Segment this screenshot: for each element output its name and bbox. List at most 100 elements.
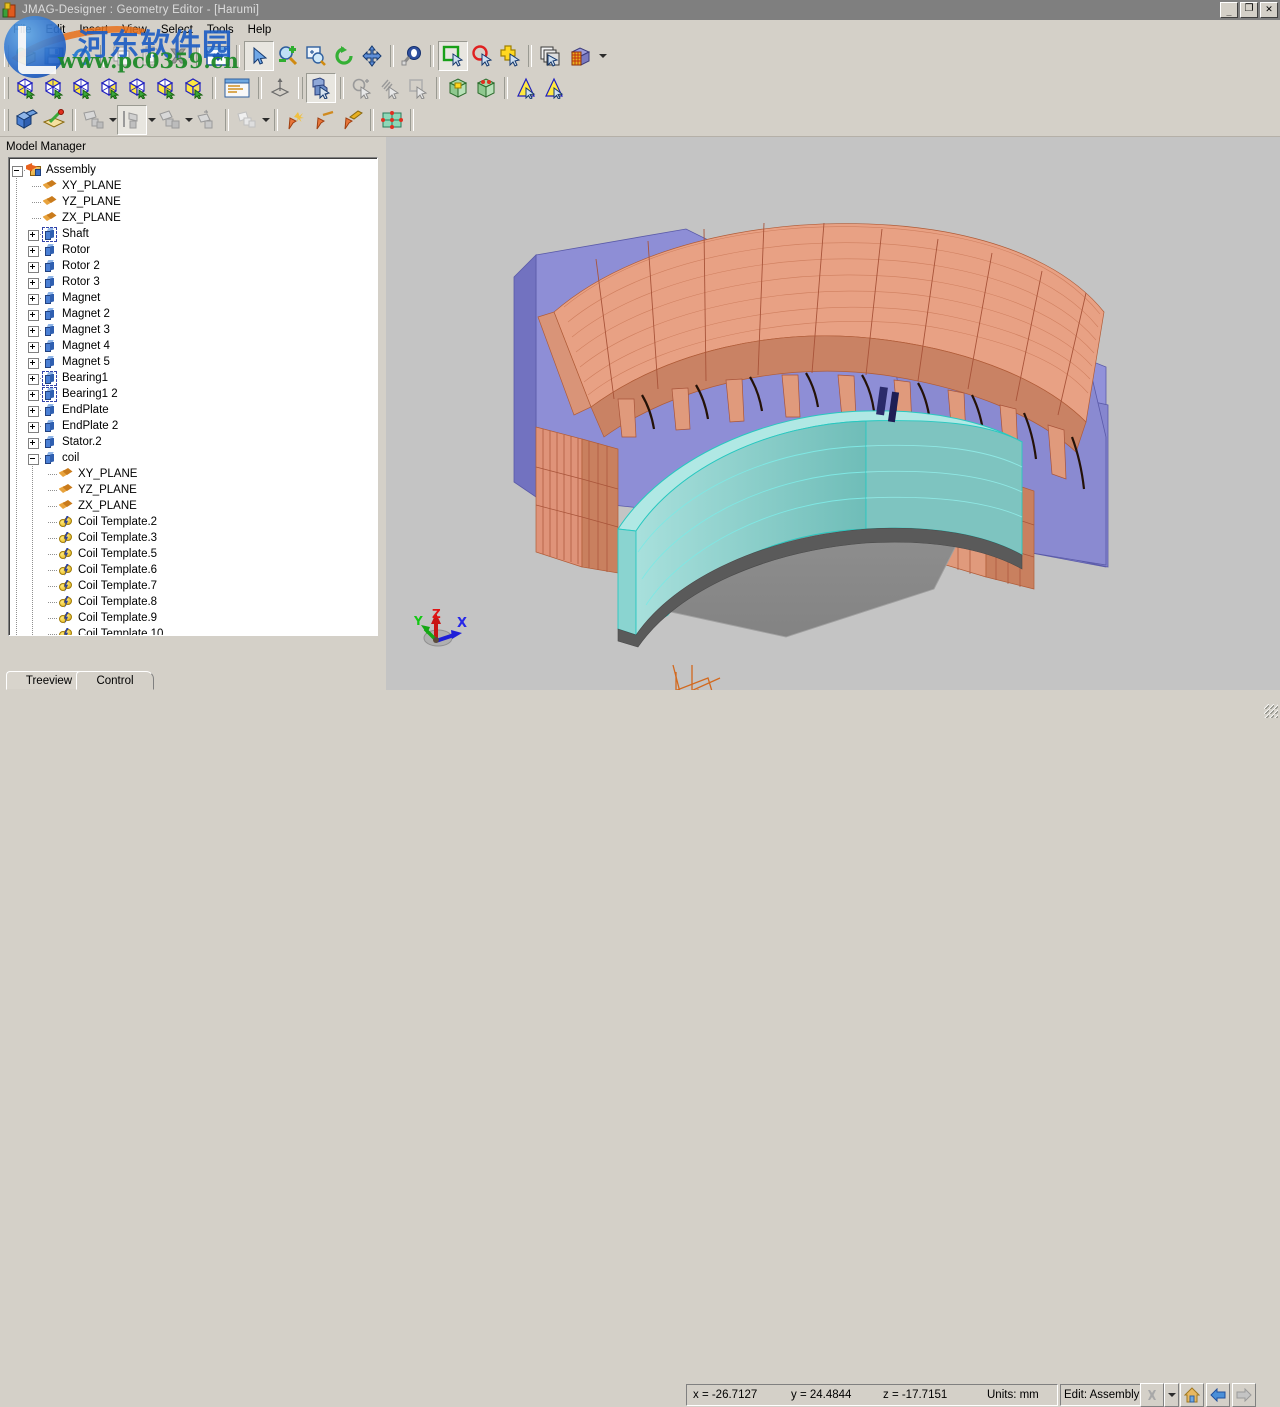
tree-item-yz-plane[interactable]: YZ_PLANE — [9, 482, 377, 498]
tree-expander-icon[interactable] — [25, 338, 41, 354]
tree-item-stator-2[interactable]: Stator.2 — [9, 434, 377, 450]
measure-icon[interactable] — [398, 42, 426, 70]
select-face-icon[interactable] — [438, 41, 468, 71]
tree-expander-icon[interactable] — [25, 402, 41, 418]
line-create-icon[interactable] — [310, 106, 338, 134]
status-back-button[interactable] — [1206, 1383, 1230, 1407]
refresh-icon[interactable] — [68, 42, 96, 70]
rotate-icon[interactable] — [330, 42, 358, 70]
tree-item-coil-template-9[interactable]: Coil Template.9 — [9, 610, 377, 626]
hide-body-icon[interactable] — [472, 74, 500, 102]
status-home-button[interactable] — [1180, 1383, 1204, 1407]
model-tree[interactable]: AssemblyXY_PLANEYZ_PLANEZX_PLANEShaftRot… — [8, 157, 378, 636]
point-create-icon[interactable] — [282, 106, 310, 134]
tree-item-xy-plane[interactable]: XY_PLANE — [9, 178, 377, 194]
view-back-icon[interactable] — [68, 74, 96, 102]
save-icon[interactable] — [40, 42, 68, 70]
create-box-icon[interactable] — [12, 106, 40, 134]
close-button[interactable]: ✕ — [1260, 2, 1278, 18]
tree-expander-icon[interactable] — [25, 386, 41, 402]
tree-item-assembly[interactable]: Assembly — [9, 162, 377, 178]
mirror-copy-icon[interactable] — [378, 106, 406, 134]
tree-item-magnet-5[interactable]: Magnet 5 — [9, 354, 377, 370]
minimize-button[interactable]: _ — [1220, 2, 1238, 18]
tree-item-coil-template-6[interactable]: Coil Template.6 — [9, 562, 377, 578]
view-front-icon[interactable] — [40, 74, 68, 102]
menu-file[interactable]: File — [6, 22, 39, 38]
tree-expander-icon[interactable] — [25, 290, 41, 306]
tree-item-coil-template-7[interactable]: Coil Template.7 — [9, 578, 377, 594]
boolean-dropdown-icon[interactable] — [261, 106, 270, 134]
hide-sketch-icon[interactable] — [540, 74, 568, 102]
tree-item-endplate-2[interactable]: EndPlate 2 — [9, 418, 377, 434]
view-right-icon[interactable] — [124, 74, 152, 102]
tree-expander-icon[interactable] — [25, 354, 41, 370]
menu-view[interactable]: View — [115, 22, 154, 38]
tree-expander-icon[interactable] — [25, 322, 41, 338]
tree-item-magnet-3[interactable]: Magnet 3 — [9, 322, 377, 338]
part-select-icon[interactable] — [348, 74, 376, 102]
show-sketch-icon[interactable] — [512, 74, 540, 102]
toolbar-grip[interactable] — [4, 109, 9, 131]
tree-item-zx-plane[interactable]: ZX_PLANE — [9, 498, 377, 514]
axis-icon[interactable] — [266, 74, 294, 102]
menu-tools[interactable]: Tools — [200, 22, 241, 38]
face-create-icon[interactable] — [338, 106, 366, 134]
mesh-dropdown-icon[interactable] — [598, 42, 607, 70]
tree-expander-icon[interactable] — [9, 162, 25, 178]
select-edge-icon[interactable] — [468, 42, 496, 70]
tree-expander-icon[interactable] — [25, 306, 41, 322]
tree-expander-icon[interactable] — [25, 274, 41, 290]
menu-insert[interactable]: Insert — [72, 22, 115, 38]
tree-item-magnet-2[interactable]: Magnet 2 — [9, 306, 377, 322]
toolbar-grip[interactable] — [298, 77, 303, 99]
loft-icon[interactable] — [193, 106, 221, 134]
show-body-icon[interactable] — [444, 74, 472, 102]
menu-edit[interactable]: Edit — [39, 22, 73, 38]
tree-item-coil-template-2[interactable]: Coil Template.2 — [9, 514, 377, 530]
status-dropdown-button[interactable] — [1164, 1383, 1179, 1407]
sketch-icon[interactable] — [40, 106, 68, 134]
copy-icon[interactable] — [108, 42, 136, 70]
status-forward-button[interactable] — [1232, 1383, 1256, 1407]
status-disabled-button[interactable] — [1140, 1383, 1164, 1407]
sweep-icon[interactable] — [156, 106, 184, 134]
tree-expander-icon[interactable] — [25, 434, 41, 450]
region-select-icon[interactable] — [404, 74, 432, 102]
select-arrow-icon[interactable] — [244, 41, 274, 71]
tree-item-magnet-4[interactable]: Magnet 4 — [9, 338, 377, 354]
body-select-icon[interactable] — [306, 73, 336, 103]
delete-icon[interactable] — [164, 42, 192, 70]
zoom-out-icon[interactable] — [274, 42, 302, 70]
view-left-icon[interactable] — [96, 74, 124, 102]
toolbar-grip[interactable] — [4, 77, 9, 99]
extrude-icon[interactable] — [80, 106, 108, 134]
sketch-select-icon[interactable] — [376, 74, 404, 102]
tree-expander-icon[interactable] — [25, 418, 41, 434]
paste-icon[interactable] — [136, 42, 164, 70]
tree-expander-icon[interactable] — [25, 370, 41, 386]
tree-item-endplate[interactable]: EndPlate — [9, 402, 377, 418]
new-project-icon[interactable] — [12, 42, 40, 70]
view-bottom-icon[interactable] — [180, 74, 208, 102]
tree-item-coil-template-10[interactable]: Coil Template.10 — [9, 626, 377, 636]
revolve-dropdown-icon[interactable] — [147, 106, 156, 134]
tree-item-yz-plane[interactable]: YZ_PLANE — [9, 194, 377, 210]
tree-expander-icon[interactable] — [25, 226, 41, 242]
tree-item-rotor-3[interactable]: Rotor 3 — [9, 274, 377, 290]
menu-help[interactable]: Help — [241, 22, 279, 38]
tab-control[interactable]: Control — [76, 671, 154, 690]
tree-item-xy-plane[interactable]: XY_PLANE — [9, 466, 377, 482]
sweep-dropdown-icon[interactable] — [184, 106, 193, 134]
maximize-button[interactable]: ❐ — [1240, 2, 1258, 18]
pan-icon[interactable] — [358, 42, 386, 70]
mesh-icon[interactable] — [564, 42, 598, 70]
tree-item-bearing1[interactable]: Bearing1 — [9, 370, 377, 386]
view-iso-icon[interactable] — [12, 74, 40, 102]
fit-view-icon[interactable] — [204, 42, 232, 70]
tree-item-coil-template-8[interactable]: Coil Template.8 — [9, 594, 377, 610]
tree-item-magnet[interactable]: Magnet — [9, 290, 377, 306]
tree-item-rotor-2[interactable]: Rotor 2 — [9, 258, 377, 274]
tree-item-zx-plane[interactable]: ZX_PLANE — [9, 210, 377, 226]
toolbar-grip[interactable] — [4, 45, 9, 67]
